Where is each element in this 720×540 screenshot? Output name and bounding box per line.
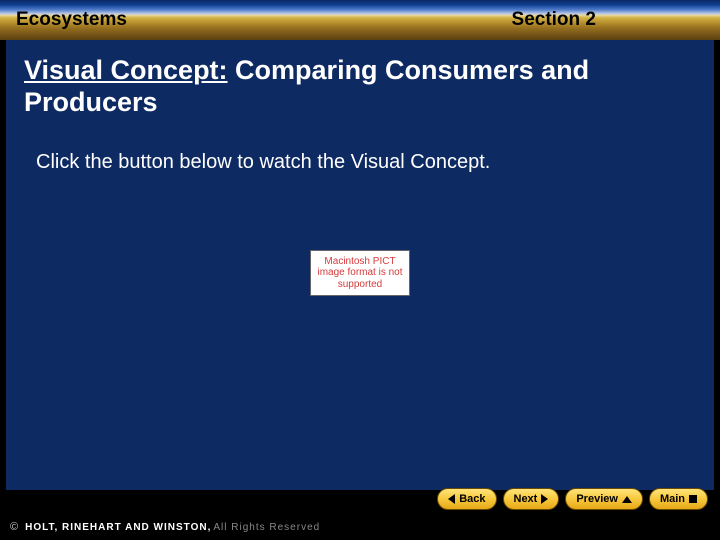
slide-title: Visual Concept: Comparing Consumers and … (6, 40, 714, 125)
slide-instruction: Click the button below to watch the Visu… (6, 125, 714, 174)
main-button[interactable]: Main (649, 488, 708, 510)
next-label: Next (514, 493, 538, 505)
preview-button[interactable]: Preview (565, 488, 643, 510)
visual-concept-button[interactable]: Macintosh PICT image format is not suppo… (310, 250, 410, 296)
slide-body: Visual Concept: Comparing Consumers and … (6, 40, 714, 490)
arrow-right-icon (541, 494, 548, 504)
banner-text-row: Ecosystems Section 2 (0, 9, 720, 31)
slide-title-prefix: Visual Concept: (24, 55, 228, 85)
square-icon (689, 495, 697, 503)
section-label: Section 2 (512, 9, 596, 31)
back-button[interactable]: Back (437, 488, 496, 510)
chapter-title: Ecosystems (16, 9, 127, 31)
footer-rights: All Rights Reserved (213, 522, 320, 533)
placeholder-text: Macintosh PICT image format is not suppo… (313, 256, 407, 291)
footer: © HOLT, RINEHART AND WINSTON, All Rights… (0, 514, 720, 540)
main-label: Main (660, 493, 685, 505)
header-banner: Ecosystems Section 2 (0, 0, 720, 40)
arrow-left-icon (448, 494, 455, 504)
next-button[interactable]: Next (503, 488, 560, 510)
arrow-up-icon (622, 496, 632, 503)
footer-brand: HOLT, RINEHART AND WINSTON, (25, 522, 211, 533)
nav-bar: Back Next Preview Main (437, 488, 708, 510)
preview-label: Preview (576, 493, 618, 505)
back-label: Back (459, 493, 485, 505)
copyright-symbol: © (10, 521, 19, 533)
